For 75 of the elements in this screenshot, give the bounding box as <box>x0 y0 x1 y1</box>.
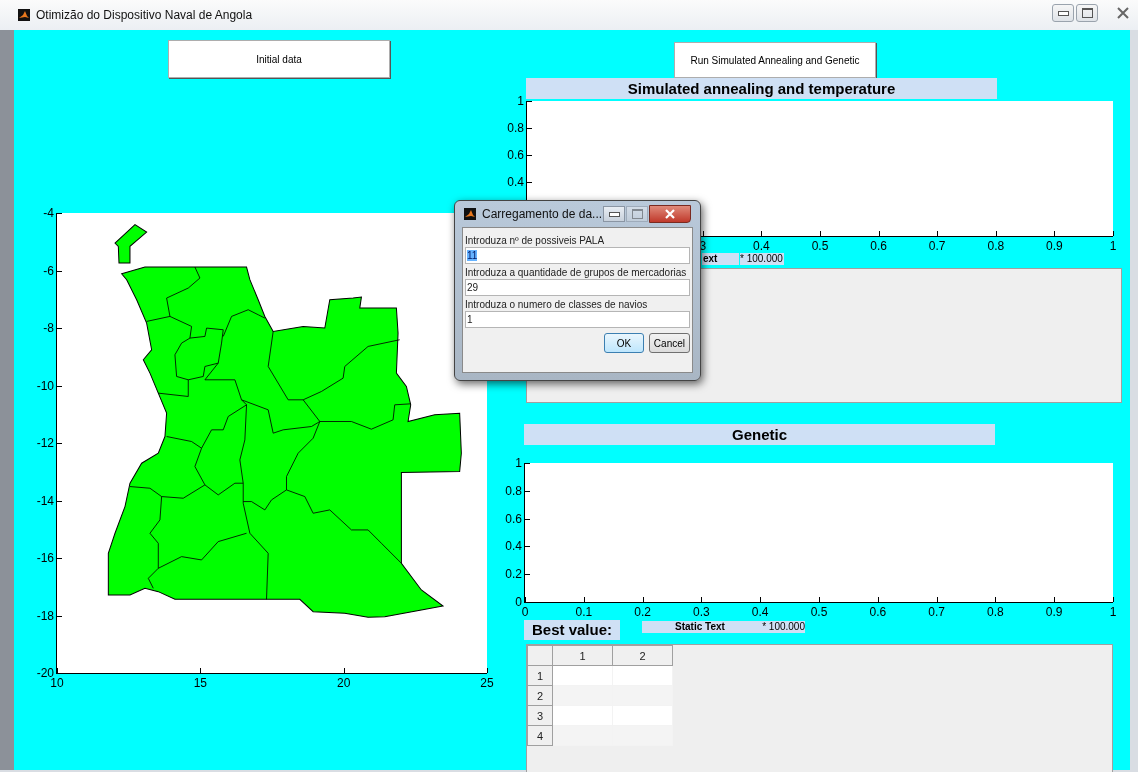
axis-tick-label: -12 <box>36 436 54 450</box>
dialog-title: Carregamento de da... <box>482 207 603 221</box>
row-header[interactable]: 3 <box>527 705 553 726</box>
best-value-label: Best value: <box>524 620 620 640</box>
axis-tick-label: 0.6 <box>870 239 887 253</box>
minimize-button[interactable] <box>603 206 626 222</box>
field-value: 1 <box>467 314 473 325</box>
dialog-button[interactable]: OK <box>603 333 644 353</box>
multiplier-text: * 100.000 <box>740 253 784 265</box>
axis-tick-label: 0.9 <box>1045 605 1063 619</box>
field-label: Introduza nº de possiveis PALA <box>465 235 606 246</box>
push-button[interactable]: Run Simulated Annealing and Genetic <box>674 42 876 78</box>
axis-tick-label: 0.8 <box>987 239 1005 253</box>
minimize-button[interactable] <box>1052 4 1074 22</box>
window-title: Otimizão do Dispositivo Naval de Angola <box>36 8 253 22</box>
field-label: Introduza o numero de classes de navios <box>465 299 649 310</box>
axis-tick-label: 0.2 <box>634 605 651 619</box>
axis-tick-label: 0.8 <box>505 483 522 498</box>
axis-tick-label: 1 <box>517 94 524 108</box>
close-icon[interactable] <box>1116 7 1130 19</box>
app-icon <box>464 208 476 220</box>
axis-tick-label: 1 <box>515 456 522 470</box>
field-value: 29 <box>467 282 479 293</box>
axis-tick-label: -10 <box>36 378 54 393</box>
axis-tick-label: 0.4 <box>753 239 770 253</box>
panel-title: Simulated annealing and temperature <box>526 78 997 99</box>
axis-tick-label: -14 <box>36 493 54 508</box>
axis-tick-label: 0.4 <box>505 539 522 554</box>
axis-tick-label: 0 <box>521 605 529 619</box>
axis-tick-label: 0.5 <box>810 605 828 619</box>
axis-tick-label: 1 <box>1109 605 1117 619</box>
axis-tick-label: 20 <box>337 676 351 690</box>
row-header[interactable]: 2 <box>527 685 553 706</box>
input-field[interactable]: 1 <box>465 311 690 328</box>
panel-title: Genetic <box>524 424 995 445</box>
axis-tick-label: 0.3 <box>693 605 710 619</box>
axis-tick-label: 0.2 <box>505 567 522 582</box>
column-header[interactable]: 1 <box>552 645 613 666</box>
axis-tick-label: -18 <box>36 608 54 623</box>
axis-tick-label: 0.6 <box>507 148 524 162</box>
axis-tick-label: -8 <box>43 321 54 335</box>
axis-tick-label: 0.1 <box>575 605 593 619</box>
axis-tick-label: 0.8 <box>987 605 1004 619</box>
input-field[interactable]: 29 <box>465 279 690 296</box>
axis-tick-label: -4 <box>43 206 54 220</box>
axis-tick-label: -16 <box>36 551 54 565</box>
axis-tick-label: -6 <box>43 263 54 278</box>
axis-tick-label: 0.8 <box>507 121 524 135</box>
axis-tick-label: 25 <box>480 676 494 690</box>
axis-tick-label: 0.4 <box>507 175 524 189</box>
axis-tick-label: 0.7 <box>928 239 946 253</box>
close-button[interactable] <box>649 205 692 223</box>
static-text: Static Text <box>675 621 725 633</box>
row-header[interactable]: 4 <box>527 725 553 746</box>
multiplier-text: * 100.000 <box>762 621 805 633</box>
axis-tick-label: 0.7 <box>928 605 945 619</box>
axis-tick-label: 0.6 <box>505 511 522 526</box>
app-icon <box>18 9 30 21</box>
axis-tick-label: 15 <box>193 676 207 690</box>
close-icon <box>664 209 677 219</box>
push-button[interactable]: Initial data <box>168 40 390 78</box>
row-header[interactable]: 1 <box>527 665 553 686</box>
static-text: ext <box>702 253 739 265</box>
axis-tick-label: 0.9 <box>1046 239 1063 253</box>
field-value: 11 <box>467 250 478 261</box>
input-field[interactable]: 11 <box>465 247 690 264</box>
axis-tick-label: 0.4 <box>751 605 769 619</box>
maximize-button[interactable] <box>1076 4 1098 22</box>
axis-tick-label: 0.5 <box>811 239 829 253</box>
axis-tick-label: 0 <box>515 595 522 609</box>
dialog-button[interactable]: Cancel <box>648 333 690 353</box>
column-header[interactable]: 2 <box>612 645 673 666</box>
axis-tick-label: 0.6 <box>869 605 887 619</box>
axis-tick-label: 1 <box>1109 239 1117 253</box>
field-label: Introduza a quantidade de grupos de mercadorias <box>465 267 688 278</box>
